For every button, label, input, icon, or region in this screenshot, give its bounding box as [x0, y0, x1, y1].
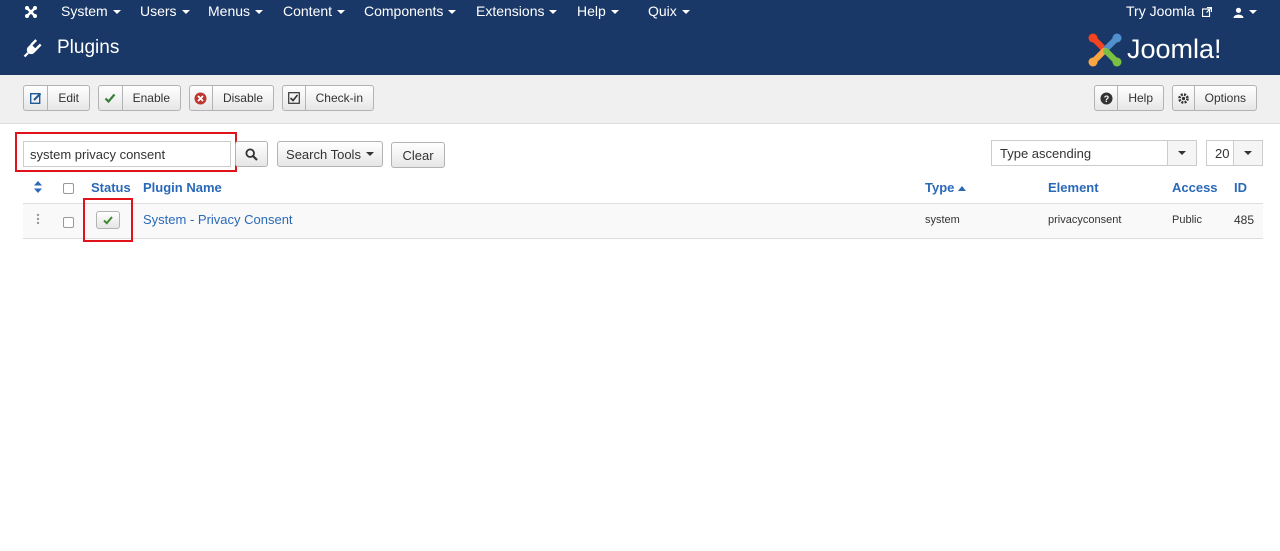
gear-icon [1173, 86, 1195, 110]
clear-button[interactable]: Clear [391, 142, 445, 168]
drag-handle-icon[interactable] [36, 213, 40, 228]
menu-components[interactable]: Components [364, 0, 457, 23]
disable-button[interactable]: Disable [189, 85, 274, 111]
menu-quix[interactable]: Quix [648, 0, 690, 23]
checkin-button[interactable]: Check-in [282, 85, 374, 111]
column-header-access[interactable]: Access [1172, 180, 1218, 195]
plugin-type: system [925, 214, 960, 226]
select-all-checkbox[interactable] [63, 183, 74, 194]
status-highlight-box [83, 198, 133, 242]
column-header-status[interactable]: Status [91, 180, 131, 195]
page-title: Plugins [57, 37, 120, 58]
try-joomla-link[interactable]: Try Joomla [1126, 0, 1212, 23]
chevron-down-icon [1233, 141, 1262, 165]
menu-system[interactable]: System [61, 0, 121, 23]
search-highlight-box [15, 132, 237, 172]
user-menu[interactable] [1233, 0, 1257, 23]
ordering-sort-icon[interactable] [34, 181, 42, 196]
plug-icon [23, 39, 42, 58]
chevron-down-icon [1167, 141, 1196, 165]
menu-extensions[interactable]: Extensions [476, 0, 558, 23]
edit-icon [24, 86, 49, 110]
menu-help[interactable]: Help [577, 0, 619, 23]
search-button[interactable] [235, 141, 268, 167]
help-button[interactable]: ? Help [1094, 85, 1164, 111]
question-icon: ? [1095, 86, 1119, 110]
joomla-menu-icon[interactable] [23, 0, 39, 23]
limit-select[interactable]: 20 [1206, 140, 1263, 166]
joomla-logo-icon [1088, 33, 1122, 67]
disable-icon [190, 86, 213, 110]
plugin-access: Public [1172, 214, 1202, 226]
row-checkbox[interactable] [63, 217, 74, 228]
svg-text:?: ? [1103, 94, 1109, 104]
menu-users[interactable]: Users [140, 0, 190, 23]
search-icon [245, 147, 258, 161]
options-button[interactable]: Options [1172, 85, 1257, 111]
toolbar: Edit Enable Disable Check-in ? Help Opti… [0, 75, 1280, 124]
search-tools-button[interactable]: Search Tools [277, 141, 383, 167]
joomla-logo-text: Joomla! [1127, 34, 1222, 64]
column-header-id[interactable]: ID [1234, 180, 1247, 195]
column-header-element[interactable]: Element [1048, 180, 1099, 195]
page-header: Plugins Joomla! [0, 23, 1280, 75]
edit-button[interactable]: Edit [23, 85, 90, 111]
ordering-select[interactable]: Type ascending [991, 140, 1197, 166]
column-header-type[interactable]: Type [925, 180, 967, 195]
sort-asc-icon [958, 185, 967, 191]
plugin-id: 485 [1234, 213, 1255, 227]
checkbox-icon [283, 86, 306, 110]
column-header-plugin-name[interactable]: Plugin Name [143, 180, 222, 195]
top-navbar: System Users Menus Content Components Ex… [0, 0, 1280, 23]
plugin-element: privacyconsent [1048, 214, 1122, 226]
check-icon [99, 86, 123, 110]
joomla-logo: Joomla! [1087, 32, 1259, 68]
plugin-name-link[interactable]: System - Privacy Consent [143, 212, 293, 227]
menu-content[interactable]: Content [283, 0, 346, 23]
enable-button[interactable]: Enable [98, 85, 181, 111]
menu-menus[interactable]: Menus [208, 0, 264, 23]
external-link-icon [1201, 7, 1212, 18]
user-icon [1233, 7, 1244, 18]
table-row: System - Privacy Consent system privacyc… [23, 203, 1263, 239]
